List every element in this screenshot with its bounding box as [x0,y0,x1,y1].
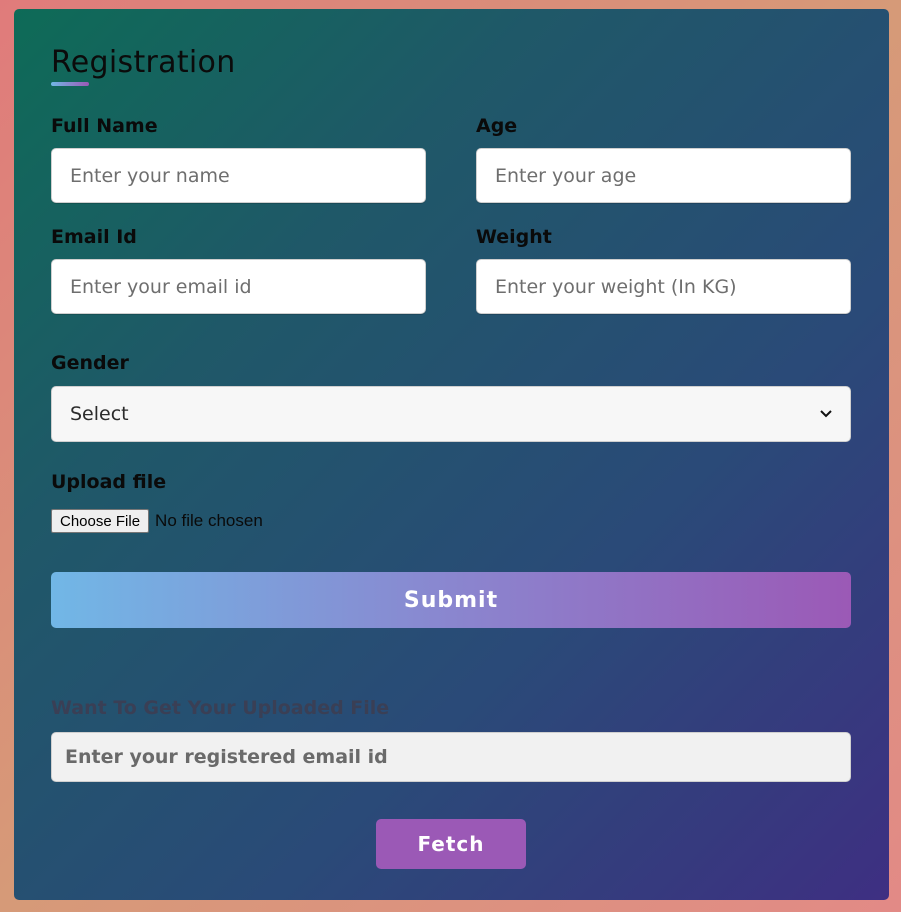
title-underline [51,82,89,86]
fetch-button[interactable]: Fetch [376,819,526,869]
file-status: No file chosen [155,511,263,530]
full-name-input[interactable]: Enter your name [51,148,426,203]
age-label: Age [476,115,518,137]
registration-card: Registration Full Name Enter your name A… [14,9,889,900]
gender-selected-value: Select [70,403,129,425]
fetch-heading: Want To Get Your Uploaded File [51,697,390,719]
submit-button[interactable]: Submit [51,572,851,628]
gender-label: Gender [51,352,129,374]
email-input[interactable]: Enter your email id [51,259,426,314]
age-input[interactable]: Enter your age [476,148,851,203]
weight-input[interactable]: Enter your weight (In KG) [476,259,851,314]
gender-select[interactable]: Select [51,386,851,442]
upload-label: Upload file [51,471,167,493]
full-name-label: Full Name [51,115,158,137]
chevron-down-icon [820,406,832,422]
page-title: Registration [51,45,236,80]
file-upload: Choose File No file chosen [51,509,263,533]
registered-email-input[interactable]: Enter your registered email id [51,732,851,782]
weight-label: Weight [476,226,552,248]
choose-file-button[interactable]: Choose File [51,509,150,533]
email-label: Email Id [51,226,137,248]
